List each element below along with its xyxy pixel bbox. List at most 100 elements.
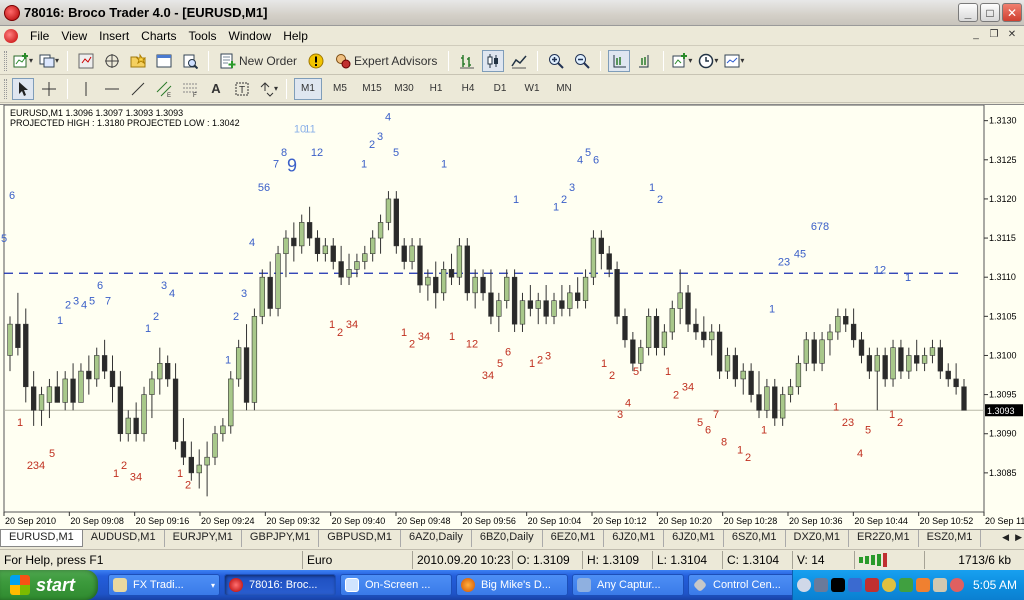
- tab-6jz0-m1-2[interactable]: 6JZ0,M1: [664, 530, 724, 547]
- horizontal-line-icon[interactable]: [101, 78, 123, 100]
- tray-m-icon[interactable]: [882, 578, 896, 592]
- line-chart-icon[interactable]: [508, 50, 530, 72]
- wave-label-blue: 1: [905, 272, 911, 284]
- menu-charts[interactable]: Charts: [135, 29, 182, 43]
- cursor-icon[interactable]: [12, 77, 34, 100]
- task-big-mikes[interactable]: Big Mike's D...: [456, 574, 568, 596]
- task-on-screen[interactable]: On-Screen ...: [340, 574, 452, 596]
- zoom-out-icon[interactable]: [571, 50, 593, 72]
- tab-esz0-m1[interactable]: ESZ0,M1: [919, 530, 982, 547]
- task-control-center[interactable]: Control Cen...: [688, 574, 800, 596]
- trendline-icon[interactable]: [127, 78, 149, 100]
- arrows-icon[interactable]: ▾: [257, 78, 279, 100]
- timeframe-m1[interactable]: M1: [294, 77, 322, 100]
- timeframe-h1[interactable]: H1: [422, 78, 450, 100]
- crosshair-icon[interactable]: [38, 78, 60, 100]
- tray-network-icon[interactable]: [848, 578, 862, 592]
- auto-scroll-icon[interactable]: [608, 49, 631, 72]
- timeframe-m5[interactable]: M5: [326, 78, 354, 100]
- status-datetime: 2010.09.20 10:23: [413, 550, 513, 569]
- market-watch-icon[interactable]: [75, 50, 97, 72]
- tab-6ez0-m1[interactable]: 6EZ0,M1: [543, 530, 605, 547]
- wave-label-red: 23: [842, 417, 854, 429]
- tab-er2z0-m1[interactable]: ER2Z0,M1: [849, 530, 919, 547]
- indicators-icon[interactable]: ▾: [671, 50, 693, 72]
- maximize-button[interactable]: □: [980, 3, 1000, 22]
- bar-chart-icon[interactable]: [456, 50, 478, 72]
- tray-green-icon[interactable]: [899, 578, 913, 592]
- zoom-in-icon[interactable]: [545, 50, 567, 72]
- menu-help[interactable]: Help: [277, 29, 314, 43]
- timeframe-d1[interactable]: D1: [486, 78, 514, 100]
- mdi-minimize-button[interactable]: _: [968, 28, 984, 42]
- app-icon[interactable]: [4, 4, 20, 21]
- strategy-tester-icon[interactable]: [179, 50, 201, 72]
- wave-label-blue: 3: [161, 280, 167, 292]
- tab-eurusd-m1[interactable]: EURUSD,M1: [0, 530, 83, 547]
- equidistant-channel-icon[interactable]: E: [153, 78, 175, 100]
- data-window-icon[interactable]: [101, 50, 123, 72]
- expert-advisors-button[interactable]: Expert Advisors: [331, 50, 441, 72]
- tab-gbpjpy-m1[interactable]: GBPJPY,M1: [242, 530, 320, 547]
- text-label-icon[interactable]: T: [231, 78, 253, 100]
- timeframe-m15[interactable]: M15: [358, 78, 386, 100]
- menu-tools[interactable]: Tools: [183, 29, 223, 43]
- tab-dxz0-m1[interactable]: DXZ0,M1: [786, 530, 849, 547]
- tray-expand-icon[interactable]: [797, 578, 811, 592]
- tray-orange-icon[interactable]: [916, 578, 930, 592]
- tab-6bz0-daily[interactable]: 6BZ0,Daily: [472, 530, 543, 547]
- toolbar-grip[interactable]: [4, 50, 7, 71]
- tab-6sz0-m1[interactable]: 6SZ0,M1: [724, 530, 786, 547]
- tab-gbpusd-m1[interactable]: GBPUSD,M1: [319, 530, 402, 547]
- text-tool-icon[interactable]: A: [205, 78, 227, 100]
- chart-shift-icon[interactable]: [634, 50, 656, 72]
- periods-icon[interactable]: ▾: [697, 50, 719, 72]
- timeframe-m30[interactable]: M30: [390, 78, 418, 100]
- bull-candle: [929, 347, 936, 356]
- status-bar: For Help, press F1 Euro 2010.09.20 10:23…: [0, 549, 1024, 569]
- fibonacci-icon[interactable]: F: [179, 78, 201, 100]
- task-fx-trading[interactable]: FX Tradi... ▾: [108, 574, 220, 596]
- chart-window[interactable]: 6 5 1 2 3 4 5 6 7 1 2 3 4 1 2 3 4 56 7 8 9 10 11 12 1 2 3 4 5 1 1 1 2 3 4 5…: [0, 104, 1024, 529]
- tray-chrome-icon[interactable]: [950, 578, 964, 592]
- price-chart[interactable]: 6512 3 4 5671234123456789101112123451112345…: [0, 105, 1024, 530]
- minimize-button[interactable]: _: [958, 3, 978, 22]
- mdi-close-button[interactable]: ✕: [1004, 28, 1020, 42]
- warning-icon[interactable]: [305, 50, 327, 72]
- menu-window[interactable]: Window: [223, 29, 278, 43]
- navigator-icon[interactable]: [127, 50, 149, 72]
- toolbar-grip[interactable]: [4, 78, 7, 99]
- tab-6jz0-m1[interactable]: 6JZ0,M1: [604, 530, 665, 547]
- tab-eurjpy-m1[interactable]: EURJPY,M1: [165, 530, 242, 547]
- bull-candle: [251, 316, 258, 403]
- menu-view[interactable]: View: [55, 29, 93, 43]
- timeframe-mn[interactable]: MN: [550, 78, 578, 100]
- timeframe-w1[interactable]: W1: [518, 78, 546, 100]
- templates-icon[interactable]: ▾: [723, 50, 745, 72]
- svg-text:T: T: [239, 85, 245, 96]
- tab-scroll-left-icon[interactable]: ◀: [1002, 532, 1009, 543]
- terminal-icon[interactable]: [153, 50, 175, 72]
- tray-shield-icon[interactable]: [865, 578, 879, 592]
- menu-insert[interactable]: Insert: [93, 29, 135, 43]
- profiles-icon[interactable]: ▾: [38, 50, 60, 72]
- vertical-line-icon[interactable]: [75, 78, 97, 100]
- task-broco-trader[interactable]: 78016: Broc...: [224, 574, 336, 596]
- new-chart-icon[interactable]: ▾: [12, 50, 34, 72]
- tab-audusd-m1[interactable]: AUDUSD,M1: [83, 530, 165, 547]
- mdi-restore-button[interactable]: ❐: [986, 28, 1002, 42]
- start-button[interactable]: start: [0, 570, 98, 600]
- mdi-chart-icon[interactable]: [4, 28, 18, 43]
- y-tick-label: 1.3120: [989, 194, 1017, 204]
- tray-x-icon[interactable]: [831, 578, 845, 592]
- timeframe-h4[interactable]: H4: [454, 78, 482, 100]
- tab-scroll-right-icon[interactable]: ▶: [1015, 532, 1022, 543]
- close-button[interactable]: ✕: [1002, 3, 1022, 22]
- new-order-button[interactable]: New Order: [216, 50, 301, 72]
- task-any-capture[interactable]: Any Captur...: [572, 574, 684, 596]
- tray-volume-icon[interactable]: [933, 578, 947, 592]
- candlestick-chart-icon[interactable]: [482, 49, 505, 72]
- tray-app-icon[interactable]: [814, 578, 828, 592]
- tab-6az0-daily[interactable]: 6AZ0,Daily: [401, 530, 472, 547]
- menu-file[interactable]: File: [24, 29, 55, 43]
